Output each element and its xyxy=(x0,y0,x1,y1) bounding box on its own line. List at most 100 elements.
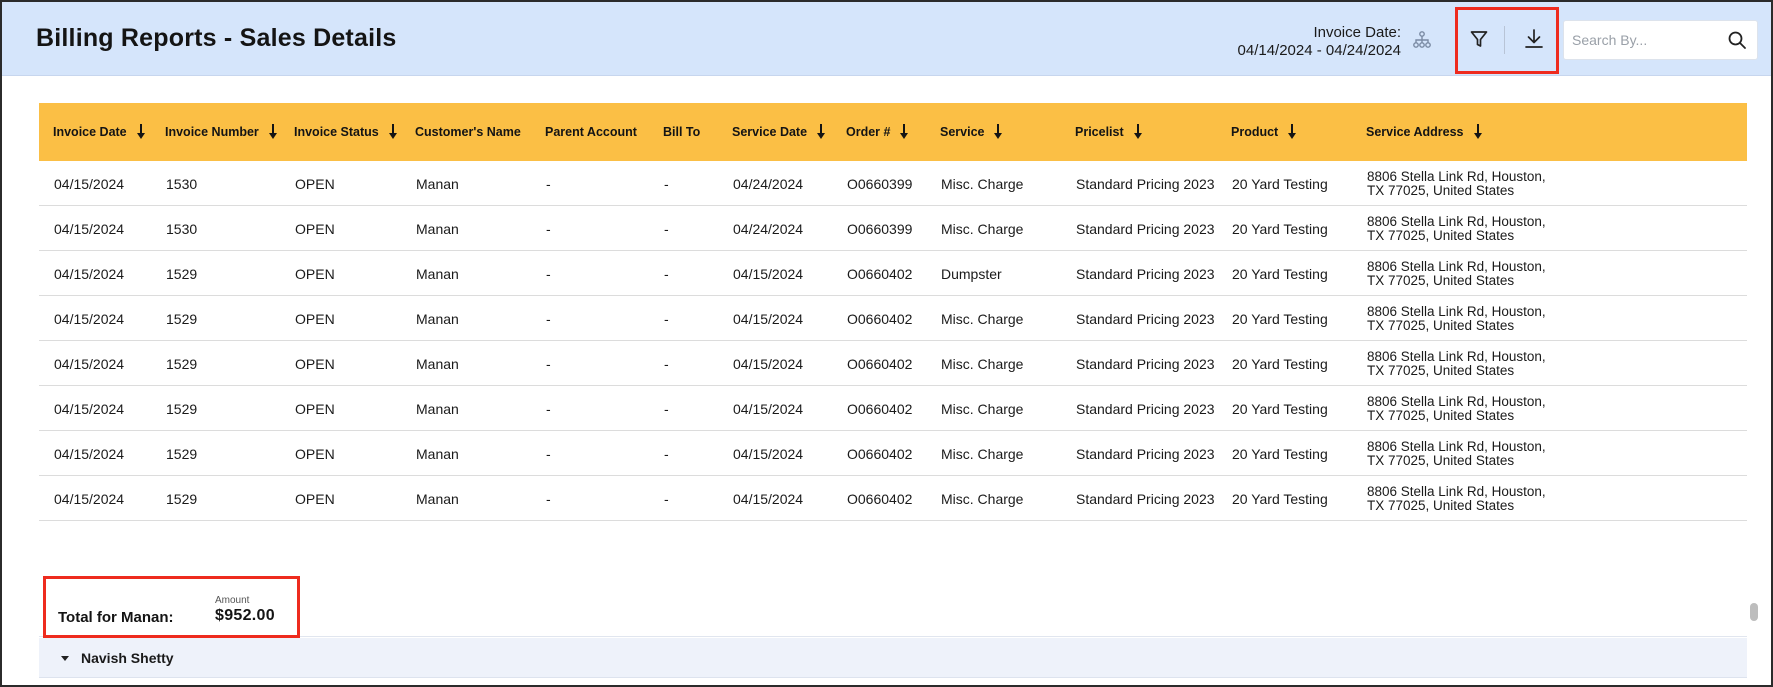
column-header-invoice-date[interactable]: Invoice Date xyxy=(53,103,145,161)
table-row[interactable]: 04/15/2024 1529 OPEN Manan - - 04/15/2024 O0660… xyxy=(39,386,1747,431)
column-header-invoice-number[interactable]: Invoice Number xyxy=(165,103,277,161)
sort-arrow-icon[interactable] xyxy=(817,124,826,140)
cell-invoice-number: 1529 xyxy=(166,355,198,372)
column-header-order-number[interactable]: Order # xyxy=(846,103,909,161)
column-header-product[interactable]: Product xyxy=(1231,103,1297,161)
cell-service-date: 04/15/2024 xyxy=(733,355,804,372)
cell-order-number: O0660402 xyxy=(847,310,913,327)
table-row[interactable]: 04/15/2024 1529 OPEN Manan - - 04/15/2024 O0660… xyxy=(39,251,1747,296)
column-header-label: Service Date xyxy=(732,125,808,139)
cell-service-date: 04/15/2024 xyxy=(733,490,804,507)
cell-order-number: O0660402 xyxy=(847,265,913,282)
cell-pricelist: Standard Pricing 2023 xyxy=(1076,355,1215,372)
sort-arrow-icon[interactable] xyxy=(136,124,145,140)
cell-pricelist: Standard Pricing 2023 xyxy=(1076,310,1215,327)
cell-service-date: 04/24/2024 xyxy=(733,220,804,237)
invoice-date-filter: Invoice Date: 04/14/2024 - 04/24/2024 xyxy=(1238,24,1401,60)
sort-arrow-icon[interactable] xyxy=(1473,124,1482,140)
cell-service: Misc. Charge xyxy=(941,400,1024,417)
cell-invoice-date: 04/15/2024 xyxy=(54,355,125,372)
cell-bill-to: - xyxy=(664,175,669,192)
column-header-invoice-status[interactable]: Invoice Status xyxy=(294,103,397,161)
column-header-label: Product xyxy=(1231,125,1279,139)
cell-product: 20 Yard Testing xyxy=(1232,265,1328,282)
cell-service-date: 04/24/2024 xyxy=(733,175,804,192)
cell-invoice-date: 04/15/2024 xyxy=(54,400,125,417)
cell-invoice-date: 04/15/2024 xyxy=(54,445,125,462)
sort-arrow-icon[interactable] xyxy=(1288,124,1297,140)
cell-invoice-status: OPEN xyxy=(295,355,335,372)
cell-service: Misc. Charge xyxy=(941,220,1024,237)
cell-invoice-date: 04/15/2024 xyxy=(54,220,125,237)
column-header-service[interactable]: Service xyxy=(940,103,1003,161)
customer-total-row: Total for Manan: Amount $952.00 xyxy=(39,575,1747,638)
table-row[interactable]: 04/15/2024 1529 OPEN Manan - - 04/15/2024 O0660… xyxy=(39,296,1747,341)
cell-invoice-date: 04/15/2024 xyxy=(54,490,125,507)
cell-bill-to: - xyxy=(664,355,669,372)
search-box xyxy=(1563,20,1758,60)
column-header-label: Order # xyxy=(846,125,891,139)
scrollbar-thumb[interactable] xyxy=(1750,603,1758,621)
sort-arrow-icon[interactable] xyxy=(900,124,909,140)
cell-product: 20 Yard Testing xyxy=(1232,355,1328,372)
cell-parent-account: - xyxy=(546,400,551,417)
sort-arrow-icon[interactable] xyxy=(268,124,277,140)
column-header-label: Customer's Name xyxy=(415,125,521,139)
search-input[interactable] xyxy=(1572,21,1722,59)
download-button[interactable] xyxy=(1519,24,1549,54)
cell-pricelist: Standard Pricing 2023 xyxy=(1076,175,1215,192)
cell-service: Misc. Charge xyxy=(941,310,1024,327)
cell-service-date: 04/15/2024 xyxy=(733,400,804,417)
sort-arrow-icon[interactable] xyxy=(994,124,1003,140)
search-icon[interactable] xyxy=(1727,30,1747,50)
cell-parent-account: - xyxy=(546,355,551,372)
cell-service: Misc. Charge xyxy=(941,175,1024,192)
table-row[interactable]: 04/15/2024 1529 OPEN Manan - - 04/15/2024 O0660… xyxy=(39,476,1747,521)
table-row[interactable]: 04/15/2024 1530 OPEN Manan - - 04/24/2024 O0660… xyxy=(39,161,1747,206)
column-header-label: Invoice Status xyxy=(294,125,379,139)
table-row[interactable]: 04/15/2024 1529 OPEN Manan - - 04/15/2024 O0660… xyxy=(39,431,1747,476)
column-header-label: Invoice Number xyxy=(165,125,259,139)
filter-button[interactable] xyxy=(1464,24,1494,54)
toolbar-divider xyxy=(1504,26,1505,54)
table-row[interactable]: 04/15/2024 1530 OPEN Manan - - 04/24/2024 O0660… xyxy=(39,206,1747,251)
column-header-customers-name[interactable]: Customer's Name xyxy=(415,103,521,161)
cell-bill-to: - xyxy=(664,220,669,237)
column-header-service-address[interactable]: Service Address xyxy=(1366,103,1482,161)
cell-invoice-status: OPEN xyxy=(295,220,335,237)
cell-invoice-date: 04/15/2024 xyxy=(54,310,125,327)
cell-service-address: 8806 Stella Link Rd, Houston, TX 77025, … xyxy=(1367,258,1546,288)
cell-service-address: 8806 Stella Link Rd, Houston, TX 77025, … xyxy=(1367,393,1546,423)
vertical-scrollbar[interactable] xyxy=(1747,103,1763,685)
column-header-pricelist[interactable]: Pricelist xyxy=(1075,103,1142,161)
invoice-date-label: Invoice Date: xyxy=(1313,24,1401,41)
customer-group-row[interactable]: Navish Shetty xyxy=(39,638,1747,678)
column-header-label: Bill To xyxy=(663,125,701,139)
cell-invoice-status: OPEN xyxy=(295,400,335,417)
cell-service-address: 8806 Stella Link Rd, Houston, TX 77025, … xyxy=(1367,483,1546,513)
cell-parent-account: - xyxy=(546,220,551,237)
cell-parent-account: - xyxy=(546,175,551,192)
cell-service: Misc. Charge xyxy=(941,490,1024,507)
cell-bill-to: - xyxy=(664,310,669,327)
column-header-parent-account[interactable]: Parent Account xyxy=(545,103,637,161)
cell-invoice-number: 1529 xyxy=(166,445,198,462)
cell-pricelist: Standard Pricing 2023 xyxy=(1076,265,1215,282)
column-header-bill-to[interactable]: Bill To xyxy=(663,103,700,161)
cell-service-address: 8806 Stella Link Rd, Houston, TX 77025, … xyxy=(1367,348,1546,378)
customer-group-name: Navish Shetty xyxy=(81,650,174,666)
sort-arrow-icon[interactable] xyxy=(388,124,397,140)
column-header-label: Service xyxy=(940,125,985,139)
total-amount: $952.00 xyxy=(215,607,275,624)
cell-invoice-date: 04/15/2024 xyxy=(54,175,125,192)
cell-service-date: 04/15/2024 xyxy=(733,445,804,462)
table-row[interactable]: 04/15/2024 1529 OPEN Manan - - 04/15/2024 O0660… xyxy=(39,341,1747,386)
invoice-date-range: 04/14/2024 - 04/24/2024 xyxy=(1237,42,1401,59)
cell-invoice-date: 04/15/2024 xyxy=(54,265,125,282)
sort-arrow-icon[interactable] xyxy=(1133,124,1142,140)
cell-bill-to: - xyxy=(664,265,669,282)
cell-order-number: O0660402 xyxy=(847,490,913,507)
hierarchy-icon[interactable] xyxy=(1412,30,1432,50)
cell-pricelist: Standard Pricing 2023 xyxy=(1076,220,1215,237)
column-header-service-date[interactable]: Service Date xyxy=(732,103,826,161)
